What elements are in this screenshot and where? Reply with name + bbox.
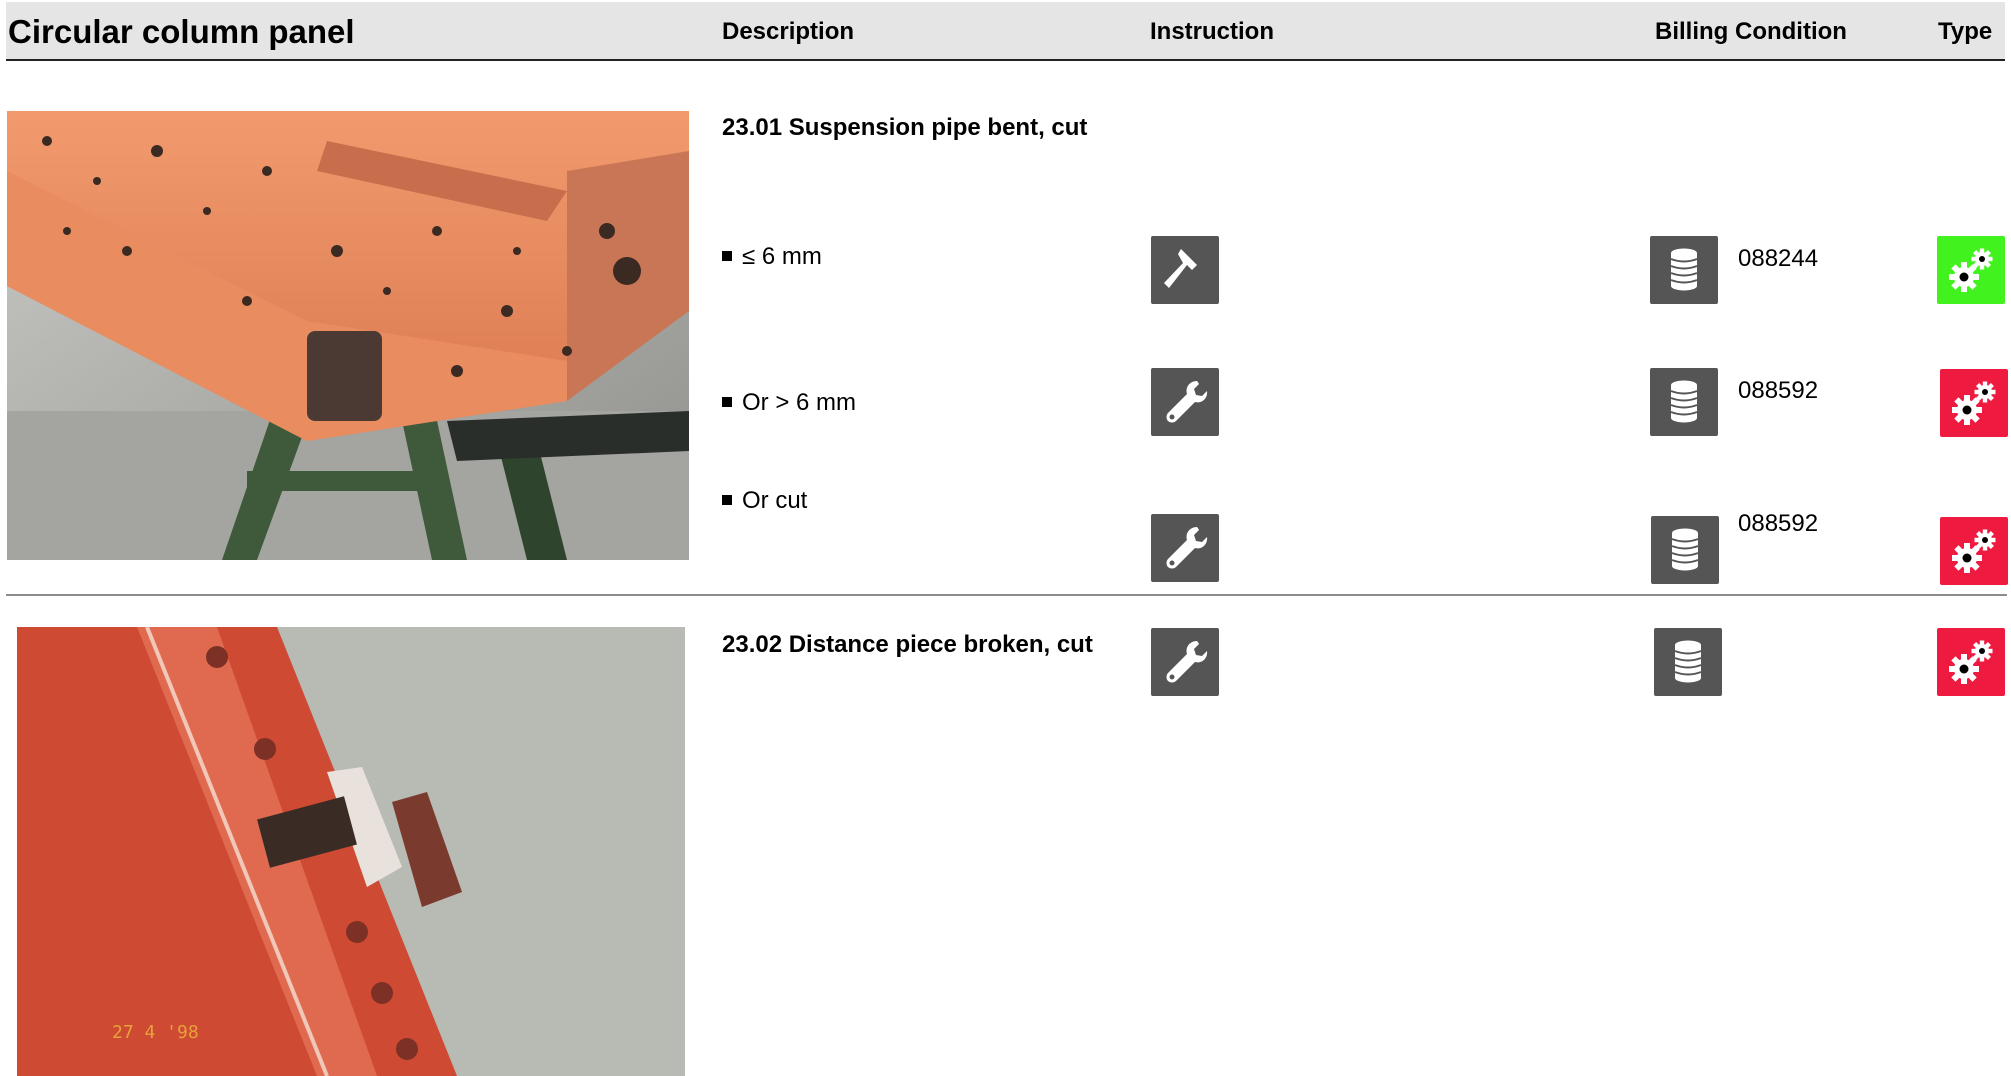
gears-icon <box>1940 369 2008 437</box>
coins-icon <box>1650 236 1718 304</box>
gears-icon <box>1937 628 2005 696</box>
photo-date-stamp: 27 4 '98 <box>112 1022 199 1043</box>
condition-label: ≤ 6 mm <box>722 243 822 271</box>
billing-code: 088592 <box>1738 510 1819 537</box>
bullet-icon <box>722 250 732 261</box>
wrench-icon <box>1151 628 1219 696</box>
coins-icon <box>1651 516 1719 584</box>
billing-code: 088592 <box>1738 377 1819 404</box>
condition-label: Or cut <box>722 487 807 515</box>
gears-icon <box>1940 517 2008 585</box>
bullet-icon <box>722 494 732 505</box>
table-header: Circular column panel Description Instru… <box>6 2 2005 61</box>
wrench-icon <box>1151 368 1219 436</box>
hammer-icon <box>1151 236 1219 304</box>
coins-icon <box>1654 628 1722 696</box>
billing-code: 088244 <box>1738 245 1819 272</box>
condition-label: Or > 6 mm <box>722 389 856 417</box>
wrench-icon <box>1151 514 1219 582</box>
column-header-type: Type <box>1938 18 1993 45</box>
photo-broken-distance-piece: 27 4 '98 <box>17 627 685 1076</box>
page-title: Circular column panel <box>8 13 355 50</box>
column-header-description: Description <box>722 18 855 45</box>
photo-bent-suspension-pipe <box>7 111 689 560</box>
column-header-billing-condition: Billing Condition <box>1655 18 1847 45</box>
bullet-icon <box>722 396 732 407</box>
gears-icon <box>1937 236 2005 304</box>
section-heading: 23.01 Suspension pipe bent, cut <box>722 114 1088 141</box>
column-header-instruction: Instruction <box>1150 18 1274 45</box>
coins-icon <box>1650 368 1718 436</box>
section-divider <box>6 594 2007 596</box>
section-heading: 23.02 Distance piece broken, cut <box>722 631 1093 658</box>
